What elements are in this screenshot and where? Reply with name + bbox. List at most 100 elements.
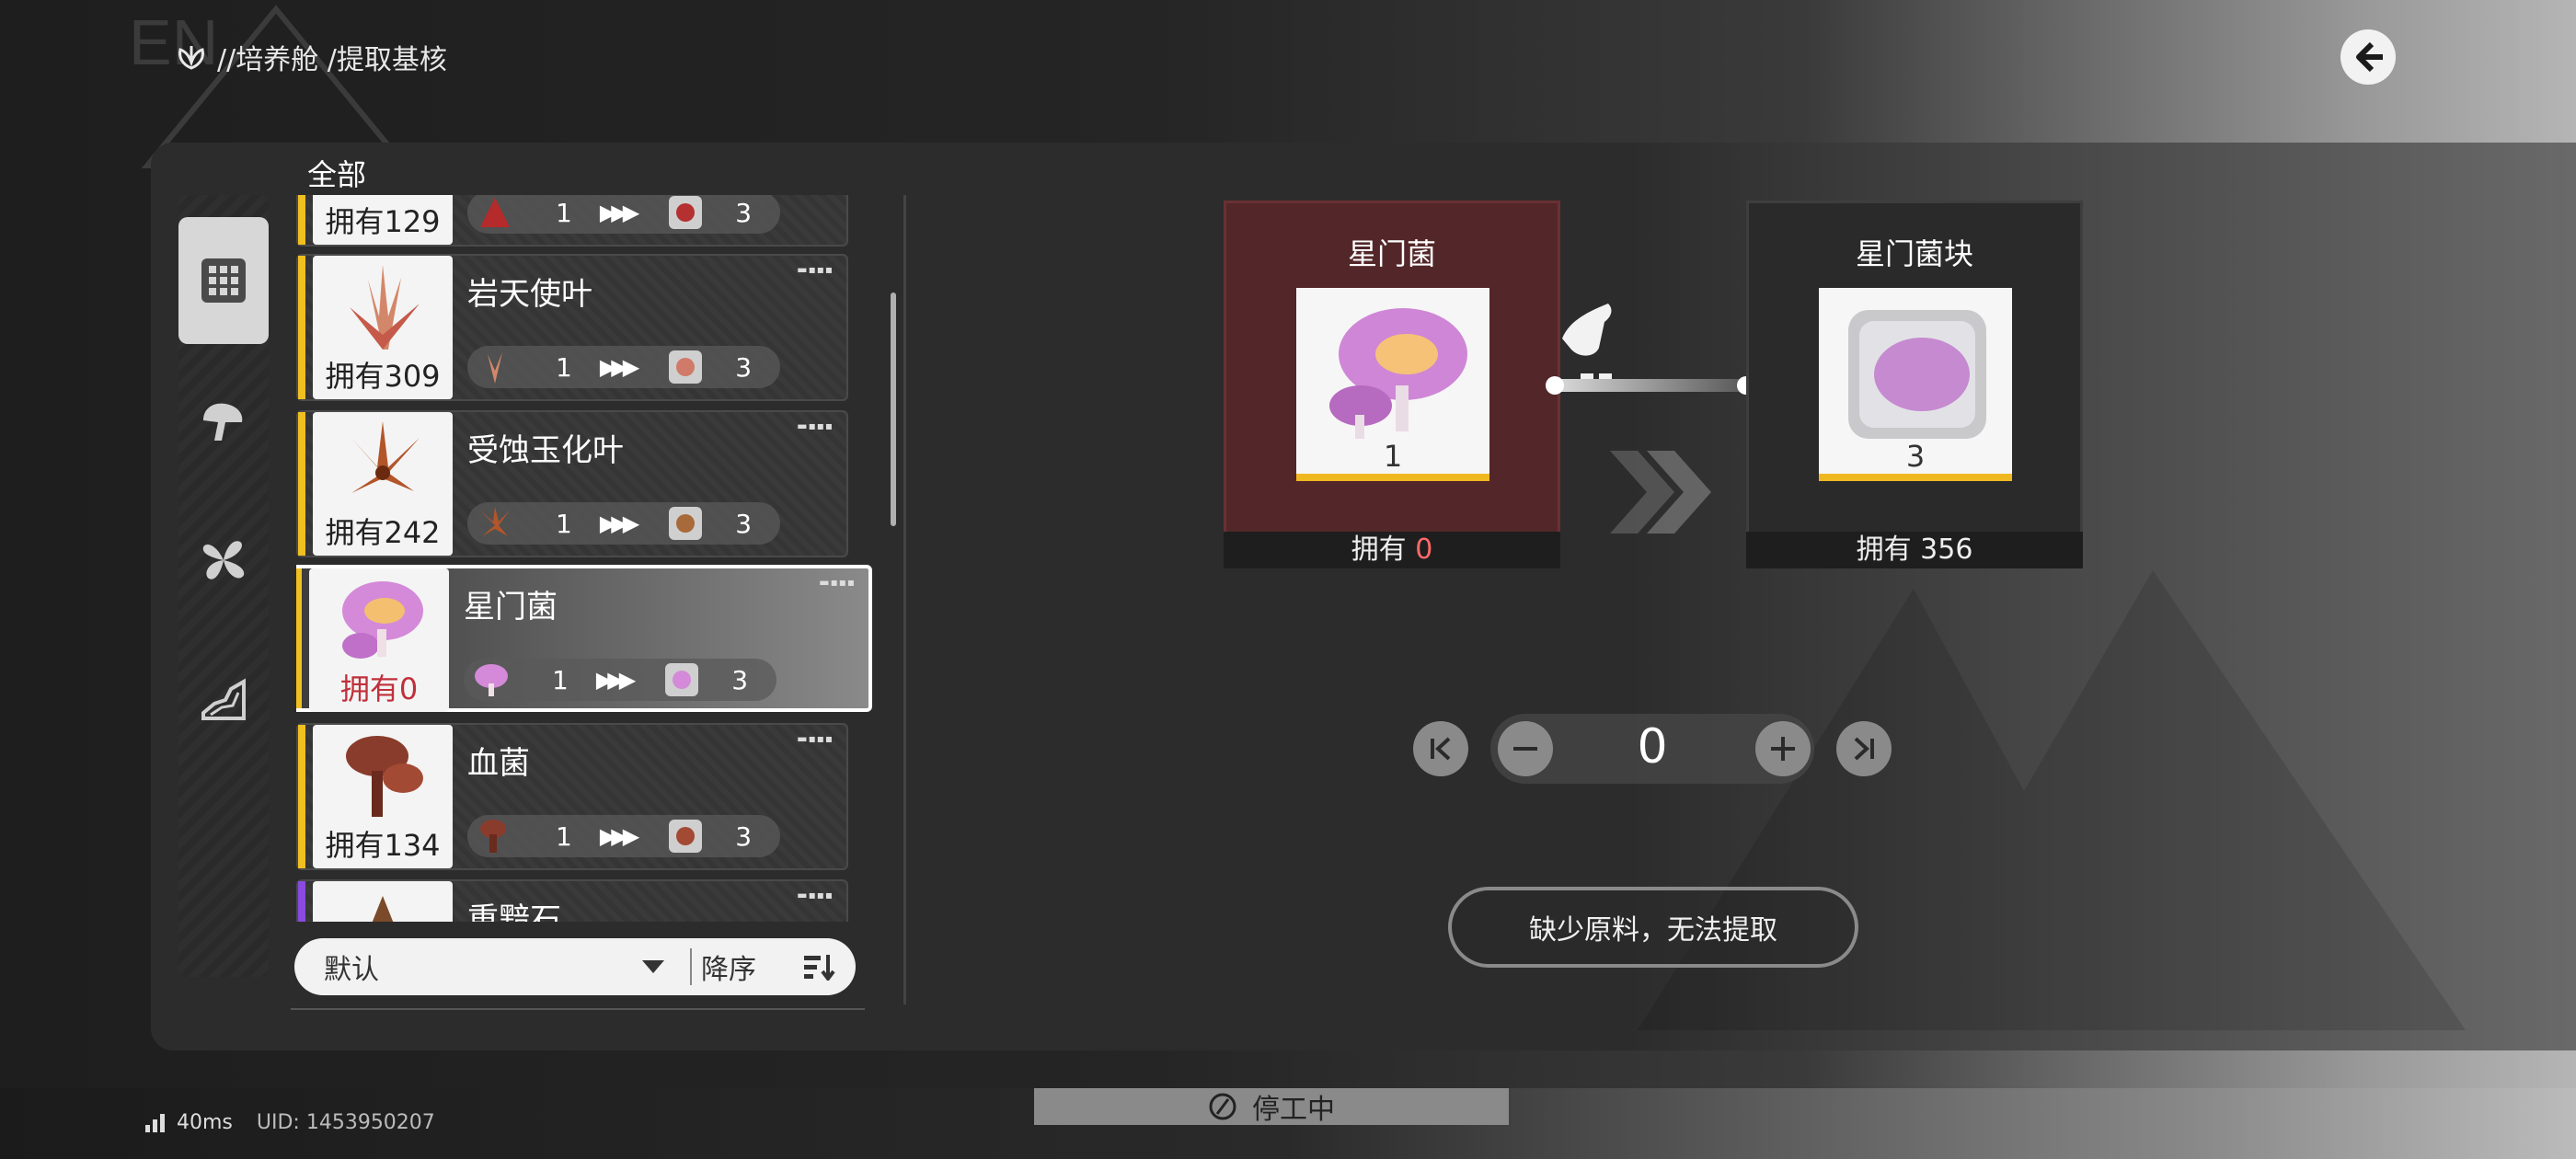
work-status: 停工中 xyxy=(1034,1088,1509,1126)
stargate-fungus-icon xyxy=(1329,308,1467,439)
category-fungus[interactable] xyxy=(178,359,269,486)
item-owned: 拥有134 xyxy=(325,828,441,863)
item-recipe: 1 ▶▶▶ 3 xyxy=(467,346,780,388)
core-block-icon xyxy=(669,820,703,853)
extract-button[interactable]: 缺少原料，无法提取 xyxy=(1448,887,1858,968)
fast-forward-icon: ▶▶▶ xyxy=(599,354,639,380)
item-tag: ▬▪▪▪ xyxy=(797,732,834,745)
item-thumbnail: 拥有309 xyxy=(313,256,453,399)
sort-order-label: 降序 xyxy=(701,954,756,986)
target-owned: 拥有 356 xyxy=(1746,532,2083,568)
source-owned-label: 拥有 xyxy=(1351,534,1407,566)
list-scroll-track xyxy=(903,195,906,1004)
max-button[interactable] xyxy=(1836,721,1892,776)
category-plant[interactable] xyxy=(178,497,269,624)
rarity-bar xyxy=(298,725,305,868)
ping-value: 40ms xyxy=(177,1111,233,1134)
recipe-output-qty: 3 xyxy=(735,351,753,383)
item-owned: 拥有0 xyxy=(339,671,419,706)
list-divider xyxy=(291,1008,865,1010)
back-arrow-icon xyxy=(2356,41,2383,73)
core-block-icon xyxy=(669,196,703,229)
decrement-button[interactable] xyxy=(1498,721,1553,776)
uid-label: UID: 1453950207 xyxy=(256,1111,435,1134)
item-tag: ▬▪▪▪ xyxy=(819,576,856,589)
recipe-input-qty: 1 xyxy=(556,508,572,539)
core-block-icon xyxy=(669,350,703,384)
rarity-bar xyxy=(298,412,305,556)
jade-leaf-icon xyxy=(350,421,420,493)
recipe-input-qty: 1 xyxy=(556,820,572,852)
source-image: 1 xyxy=(1296,288,1489,481)
recipe-output-qty: 3 xyxy=(731,664,749,695)
list-item[interactable]: 重黯石 ▬▪▪▪ xyxy=(296,879,848,922)
target-image: 3 xyxy=(1819,288,2012,481)
increment-button[interactable] xyxy=(1755,721,1811,776)
sort-order-icon xyxy=(804,955,835,981)
flower-icon xyxy=(202,541,245,580)
back-button[interactable] xyxy=(2340,29,2396,85)
list-item[interactable]: 拥有134 血菌 ▬▪▪▪ 1 ▶▶▶ 3 xyxy=(296,723,848,870)
item-name: 血菌 xyxy=(467,745,530,782)
paused-icon xyxy=(1209,1093,1236,1120)
mushroom-icon xyxy=(203,403,243,441)
item-owned: 拥有129 xyxy=(325,204,441,239)
item-tag: ▬▪▪▪ xyxy=(797,889,834,901)
list-header-bar xyxy=(296,177,852,193)
category-mineral[interactable] xyxy=(178,635,269,762)
recipe-input-qty: 1 xyxy=(556,351,572,383)
category-all[interactable] xyxy=(178,217,269,344)
sort-dropdown[interactable]: 默认 xyxy=(294,938,690,995)
item-name: 重黯石 xyxy=(467,901,561,922)
source-owned-value: 0 xyxy=(1415,534,1433,566)
target-card[interactable]: 星门菌块 3 拥有 356 xyxy=(1746,201,2083,568)
core-block-icon xyxy=(665,663,699,696)
blood-fungus-icon xyxy=(480,820,506,853)
rarity-bar xyxy=(298,881,305,922)
item-list[interactable]: 拥有129 1 ▶▶▶ 3 拥有309 岩天使叶 ▬▪▪▪ 1 ▶▶▶ 3 拥有… xyxy=(296,195,885,922)
list-item[interactable]: 拥有129 1 ▶▶▶ 3 xyxy=(296,195,848,247)
target-title: 星门菌块 xyxy=(1855,236,1973,271)
stargate-fungus-icon xyxy=(342,581,423,659)
list-item[interactable]: 拥有309 岩天使叶 ▬▪▪▪ 1 ▶▶▶ 3 xyxy=(296,254,848,401)
source-card[interactable]: 星门菌 1 拥有 0 xyxy=(1224,201,1560,568)
quantity-value[interactable]: 0 xyxy=(1579,719,1726,775)
item-thumbnail xyxy=(313,881,453,922)
sort-order-button[interactable]: 降序 xyxy=(692,947,856,987)
rarity-bar xyxy=(296,568,302,708)
stargate-core-block-icon xyxy=(1848,310,1986,439)
min-button[interactable] xyxy=(1413,721,1468,776)
recipe-output-qty: 3 xyxy=(735,820,753,852)
sort-selected: 默认 xyxy=(324,954,379,986)
core-block-icon xyxy=(669,507,703,540)
rarity-bar xyxy=(298,195,305,245)
list-item-selected[interactable]: 拥有0 星门菌 ▬▪▪▪ 1 ▶▶▶ 3 xyxy=(296,565,872,712)
item-name: 受蚀玉化叶 xyxy=(467,432,624,469)
item-recipe: 1 ▶▶▶ 3 xyxy=(464,659,776,701)
item-thumbnail: 拥有242 xyxy=(313,412,453,556)
fast-forward-icon: ▶▶▶ xyxy=(595,667,636,693)
list-item[interactable]: 拥有242 受蚀玉化叶 ▬▪▪▪ 1 ▶▶▶ 3 xyxy=(296,410,848,557)
item-recipe: 1 ▶▶▶ 3 xyxy=(467,195,780,234)
blood-fungus-icon xyxy=(346,736,423,817)
status-bar: 40ms UID: 1453950207 xyxy=(145,1111,435,1134)
recipe-input-qty: 1 xyxy=(556,197,572,228)
list-scrollbar[interactable] xyxy=(891,293,896,526)
item-name: 星门菌 xyxy=(464,589,558,625)
angel-leaf-icon xyxy=(350,265,420,350)
source-owned: 拥有 0 xyxy=(1224,532,1560,568)
list-header: 全部 xyxy=(296,153,852,193)
mineral-icon xyxy=(201,678,246,720)
item-recipe: 1 ▶▶▶ 3 xyxy=(467,815,780,857)
item-tag: ▬▪▪▪ xyxy=(797,263,834,276)
recipe-connector xyxy=(1546,376,1755,395)
angel-leaf-icon xyxy=(488,352,502,384)
recipe-input-qty: 1 xyxy=(552,664,569,695)
skip-end-icon xyxy=(1854,737,1874,761)
item-tag: ▬▪▪▪ xyxy=(797,419,834,432)
red-leaf-icon xyxy=(480,198,510,227)
rarity-bar xyxy=(298,256,305,399)
quantity-stepper: 0 xyxy=(1413,714,1892,784)
plus-icon xyxy=(1771,737,1795,761)
item-owned: 拥有309 xyxy=(325,359,441,394)
